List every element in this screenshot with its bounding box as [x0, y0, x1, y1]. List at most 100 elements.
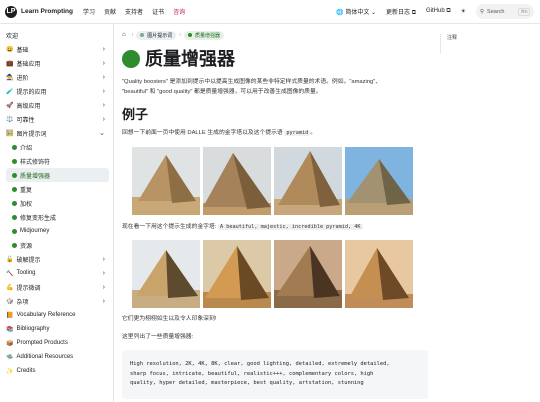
chevron-right-icon[interactable]: › [103, 116, 105, 123]
home-icon[interactable]: ⌂ [122, 32, 126, 38]
sidebar-item-misc[interactable]: 🎲 杂项 › [0, 294, 113, 308]
sidebar-subitem-intro[interactable]: 介绍 [0, 140, 113, 154]
pyramid-image [203, 146, 271, 215]
sidebar-item-applied[interactable]: 🧪 提示的应用 › [0, 84, 113, 98]
unlock-icon: 🔓 [6, 256, 14, 263]
sidebar-subitem-repetition[interactable]: 重复 [0, 182, 113, 196]
green-dot-icon [12, 158, 17, 164]
chevron-right-icon[interactable]: › [103, 74, 105, 81]
breadcrumb-image-prompting[interactable]: 图片提示词 [136, 30, 177, 40]
scale-icon: ⚖️ [6, 116, 14, 123]
sidebar-subitem-quality-boosters[interactable]: 质量增强器 [6, 168, 109, 182]
changelog-link[interactable]: 更新日志 ⧉ [386, 7, 416, 17]
sidebar-subitem-resources[interactable]: 资源 [0, 238, 113, 252]
sidebar-item-label: 破解提示 [16, 257, 41, 264]
language-select[interactable]: 🌐 简体中文 ⌄ [336, 7, 376, 16]
chevron-right-icon[interactable]: › [103, 270, 105, 277]
sidebar-item-label: 图片提示词 [16, 131, 47, 138]
breadcrumb: ⌂ › 图片提示词 › 质量增强器 [122, 30, 432, 40]
toc-label[interactable]: 注释 [447, 35, 457, 41]
wizard-icon: 🧙 [6, 74, 14, 81]
sidebar-item-label: 欢迎 [6, 33, 19, 40]
sidebar-item-vocabulary[interactable]: 📙 Vocabulary Reference [0, 308, 113, 322]
sidebar-item-prompt-tuning[interactable]: 💪 提示微调 › [0, 280, 113, 294]
package-icon: 📦 [6, 340, 14, 347]
image-row-plain [132, 146, 432, 215]
sidebar-item-intermediate[interactable]: 🧙 进阶 › [0, 70, 113, 84]
site-logo[interactable]: LP Learn Prompting [5, 5, 73, 18]
sidebar-subitem-midjourney[interactable]: Midjourney [0, 224, 113, 238]
sidebar: 欢迎 😀 基础 › 💼 基础应用 › 🧙 进阶 › 🧪 提示的应用 › 🚀 高级应用 › ⚖️ 可靠性… [0, 24, 114, 402]
sidebar-item-basic-apps[interactable]: 💼 基础应用 › [0, 56, 113, 70]
ufo-icon: 🛸 [6, 354, 14, 361]
sidebar-item-label: Midjourney [20, 228, 50, 234]
sidebar-item-advanced[interactable]: 🚀 高级应用 › [0, 98, 113, 112]
sidebar-item-tooling[interactable]: 🔨 Tooling › [0, 266, 113, 280]
recall-text: 回想一下前面一页中使用 DALLE 生成的金字塔以及这个提示语 [122, 130, 283, 136]
sidebar-item-products[interactable]: 📦 Prompted Products [0, 336, 113, 350]
theme-toggle-icon[interactable]: ☀ [461, 8, 466, 15]
chevron-right-icon[interactable]: › [103, 88, 105, 95]
sidebar-subitem-style-modifiers[interactable]: 样式修饰符 [0, 154, 113, 168]
search-button[interactable]: ⚲ Search ⌘K [476, 4, 534, 19]
nav-supporters[interactable]: 支持者 [125, 7, 143, 16]
sidebar-item-label: 高级应用 [16, 103, 41, 110]
hammer-icon: 🔨 [6, 270, 14, 277]
sparkles-icon: ✨ [6, 368, 14, 375]
sidebar-item-label: 提示微调 [16, 285, 41, 292]
chevron-right-icon[interactable]: › [103, 102, 105, 109]
chevron-down-icon[interactable]: ⌄ [99, 129, 105, 137]
recall-paragraph: 回想一下前面一页中使用 DALLE 生成的金字塔以及这个提示语 pyramid。 [122, 129, 432, 139]
pyramid-image [274, 240, 342, 308]
inline-code: A beautiful, majestic, incredible pyrami… [218, 223, 363, 230]
muscle-icon: 💪 [6, 284, 14, 291]
pyramid-image [203, 240, 271, 308]
sidebar-item-image-prompting[interactable]: 🖼️ 图片提示词 ⌄ [0, 126, 113, 140]
sidebar-item-bibliography[interactable]: 📚 Bibliography [0, 322, 113, 336]
breadcrumb-separator: › [179, 32, 181, 38]
sidebar-subitem-fix-deformed[interactable]: 修复变形生成 [0, 210, 113, 224]
sidebar-item-welcome[interactable]: 欢迎 [0, 28, 113, 42]
green-dot-icon [12, 186, 17, 192]
github-link[interactable]: GitHub ⧉ [426, 8, 451, 15]
green-dot-icon [12, 228, 17, 234]
sidebar-item-label: 质量增强器 [20, 173, 51, 180]
nav-contribute[interactable]: 贡献 [104, 7, 116, 16]
sidebar-item-label: 提示的应用 [16, 89, 47, 96]
nav-certificate[interactable]: 证书 [152, 7, 164, 16]
pyramid-image [274, 146, 342, 215]
sidebar-item-credits[interactable]: ✨ Credits [0, 364, 113, 378]
chevron-right-icon[interactable]: › [103, 298, 105, 305]
sidebar-item-additional-resources[interactable]: 🛸 Additional Resources [0, 350, 113, 364]
sidebar-item-basics[interactable]: 😀 基础 › [0, 42, 113, 56]
main-content: ⌂ › 图片提示词 › 质量增强器 质量增强器 "Quality booster… [114, 24, 432, 402]
sidebar-item-label: Additional Resources [16, 354, 74, 360]
green-circle-icon [122, 50, 140, 68]
sidebar-item-label: 重复 [20, 187, 33, 194]
sidebar-item-label: Vocabulary Reference [16, 312, 76, 318]
pyramid-image [132, 240, 200, 308]
sidebar-item-reliability[interactable]: ⚖️ 可靠性 › [0, 112, 113, 126]
navbar-right: 🌐 简体中文 ⌄ 更新日志 ⧉ GitHub ⧉ ☀ ⚲ Search ⌘K [326, 4, 534, 19]
chevron-right-icon[interactable]: › [103, 284, 105, 291]
logo-icon: LP [5, 5, 17, 18]
chevron-right-icon[interactable]: › [103, 60, 105, 67]
chevron-right-icon[interactable]: › [103, 256, 105, 263]
inline-code: pyramid [284, 130, 311, 136]
sidebar-item-label: 介绍 [20, 145, 33, 152]
smile-icon: 😀 [6, 46, 14, 53]
sidebar-item-label: 进阶 [16, 75, 29, 82]
recall-end: 。 [310, 130, 317, 136]
sidebar-subitem-weighting[interactable]: 加权 [0, 196, 113, 210]
rocket-icon: 🚀 [6, 102, 14, 109]
chevron-right-icon[interactable]: › [103, 46, 105, 53]
pyramid-image [132, 146, 200, 215]
nav-learn[interactable]: 学习 [83, 7, 95, 16]
nav-consulting[interactable]: 咨询 [173, 7, 185, 16]
intro-line-1: "Quality boosters" 是添加到提示中以提高生成图像的某些非特定样… [122, 79, 382, 85]
code-block[interactable]: High resolution, 2K, 4K, 8K, clear, good… [122, 350, 428, 399]
green-dot-icon [12, 144, 17, 150]
pyramid-image [345, 146, 413, 215]
code-line: quality, hyper detailed, masterpiece, be… [130, 380, 364, 386]
sidebar-item-jailbreak[interactable]: 🔓 破解提示 › [0, 252, 113, 266]
